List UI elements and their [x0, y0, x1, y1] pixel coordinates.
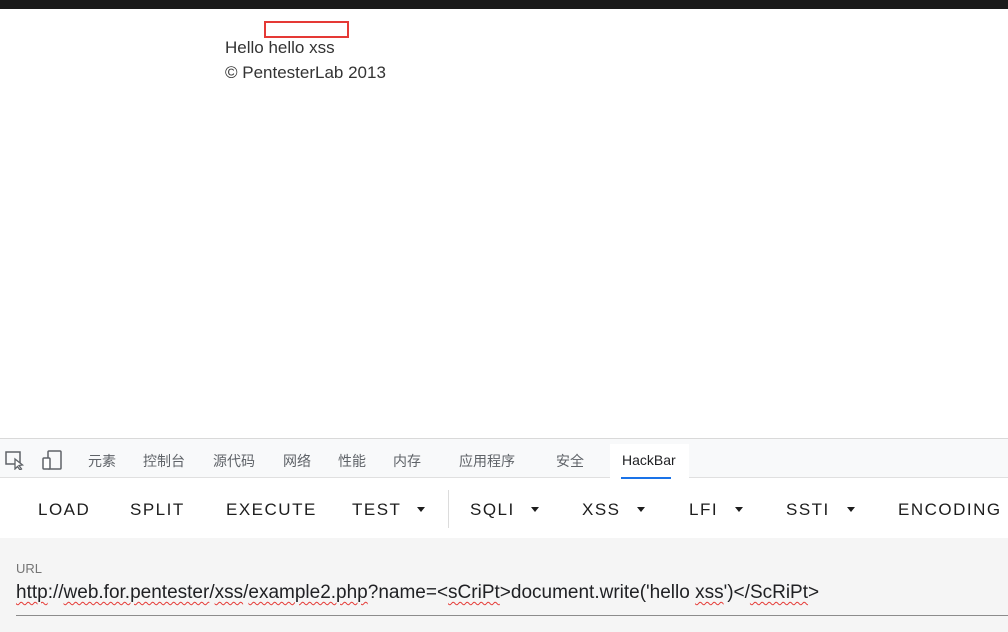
- url-segment: xss: [695, 582, 724, 603]
- tab-hackbar[interactable]: HackBar: [610, 444, 689, 479]
- url-segment: ?name=<: [367, 582, 449, 603]
- toolbar-divider: [448, 490, 449, 528]
- url-segment: >document.write('hello: [499, 582, 696, 603]
- ssti-button[interactable]: SSTI: [786, 500, 830, 520]
- greeting-text: Hello hello xss: [225, 38, 335, 57]
- xss-button[interactable]: XSS: [582, 500, 621, 520]
- execute-button[interactable]: EXECUTE: [226, 500, 317, 520]
- tab-hackbar-label: HackBar: [622, 452, 676, 468]
- url-segment: ')</: [723, 582, 750, 603]
- page-text: Hello hello xss © PentesterLab 2013: [225, 35, 386, 85]
- url-segment: example2.php: [248, 582, 368, 603]
- test-dropdown-icon[interactable]: [417, 507, 425, 512]
- sqli-button[interactable]: SQLI: [470, 500, 515, 520]
- url-label: URL: [16, 561, 43, 576]
- copyright-text: © PentesterLab 2013: [225, 63, 386, 82]
- url-underline: [16, 615, 1008, 616]
- url-segment: sCriPt: [448, 582, 500, 603]
- url-segment: xss: [214, 582, 244, 603]
- inspect-element-icon[interactable]: [4, 450, 26, 470]
- url-segment: http: [16, 582, 48, 603]
- url-segment: >: [808, 582, 820, 603]
- web-page-content: Hello hello xss © PentesterLab 2013: [0, 9, 1008, 438]
- split-button[interactable]: SPLIT: [130, 500, 185, 520]
- url-field[interactable]: URL http://web.for.pentester/xss/example…: [0, 538, 1008, 632]
- test-button[interactable]: TEST: [352, 500, 401, 520]
- hackbar-toolbar: LOAD SPLIT EXECUTE TEST SQLI XSS LFI SST…: [0, 479, 1008, 538]
- lfi-dropdown-icon[interactable]: [735, 507, 743, 512]
- tab-network[interactable]: 网络: [283, 451, 311, 471]
- url-input[interactable]: http://web.for.pentester/xss/example2.ph…: [16, 582, 819, 604]
- sqli-dropdown-icon[interactable]: [531, 507, 539, 512]
- tab-console[interactable]: 控制台: [143, 451, 185, 471]
- url-segment: web.for.pentester: [63, 582, 210, 603]
- tab-sources[interactable]: 源代码: [213, 451, 255, 471]
- tab-elements[interactable]: 元素: [88, 451, 116, 471]
- device-toolbar-icon[interactable]: [41, 450, 63, 470]
- devtools-tab-bar: 元素 控制台 源代码 网络 性能 内存 应用程序 安全 HackBar: [0, 438, 1008, 479]
- tab-application[interactable]: 应用程序: [459, 451, 515, 471]
- tab-memory[interactable]: 内存: [393, 451, 421, 471]
- url-segment: ScRiPt: [749, 582, 809, 603]
- xss-dropdown-icon[interactable]: [637, 507, 645, 512]
- tab-security[interactable]: 安全: [556, 451, 584, 471]
- tab-performance[interactable]: 性能: [338, 451, 366, 471]
- url-segment: ://: [47, 582, 64, 603]
- lfi-button[interactable]: LFI: [689, 500, 718, 520]
- encoding-button[interactable]: ENCODING: [898, 500, 1002, 520]
- ssti-dropdown-icon[interactable]: [847, 507, 855, 512]
- browser-top-bar: [0, 0, 1008, 9]
- load-button[interactable]: LOAD: [38, 500, 90, 520]
